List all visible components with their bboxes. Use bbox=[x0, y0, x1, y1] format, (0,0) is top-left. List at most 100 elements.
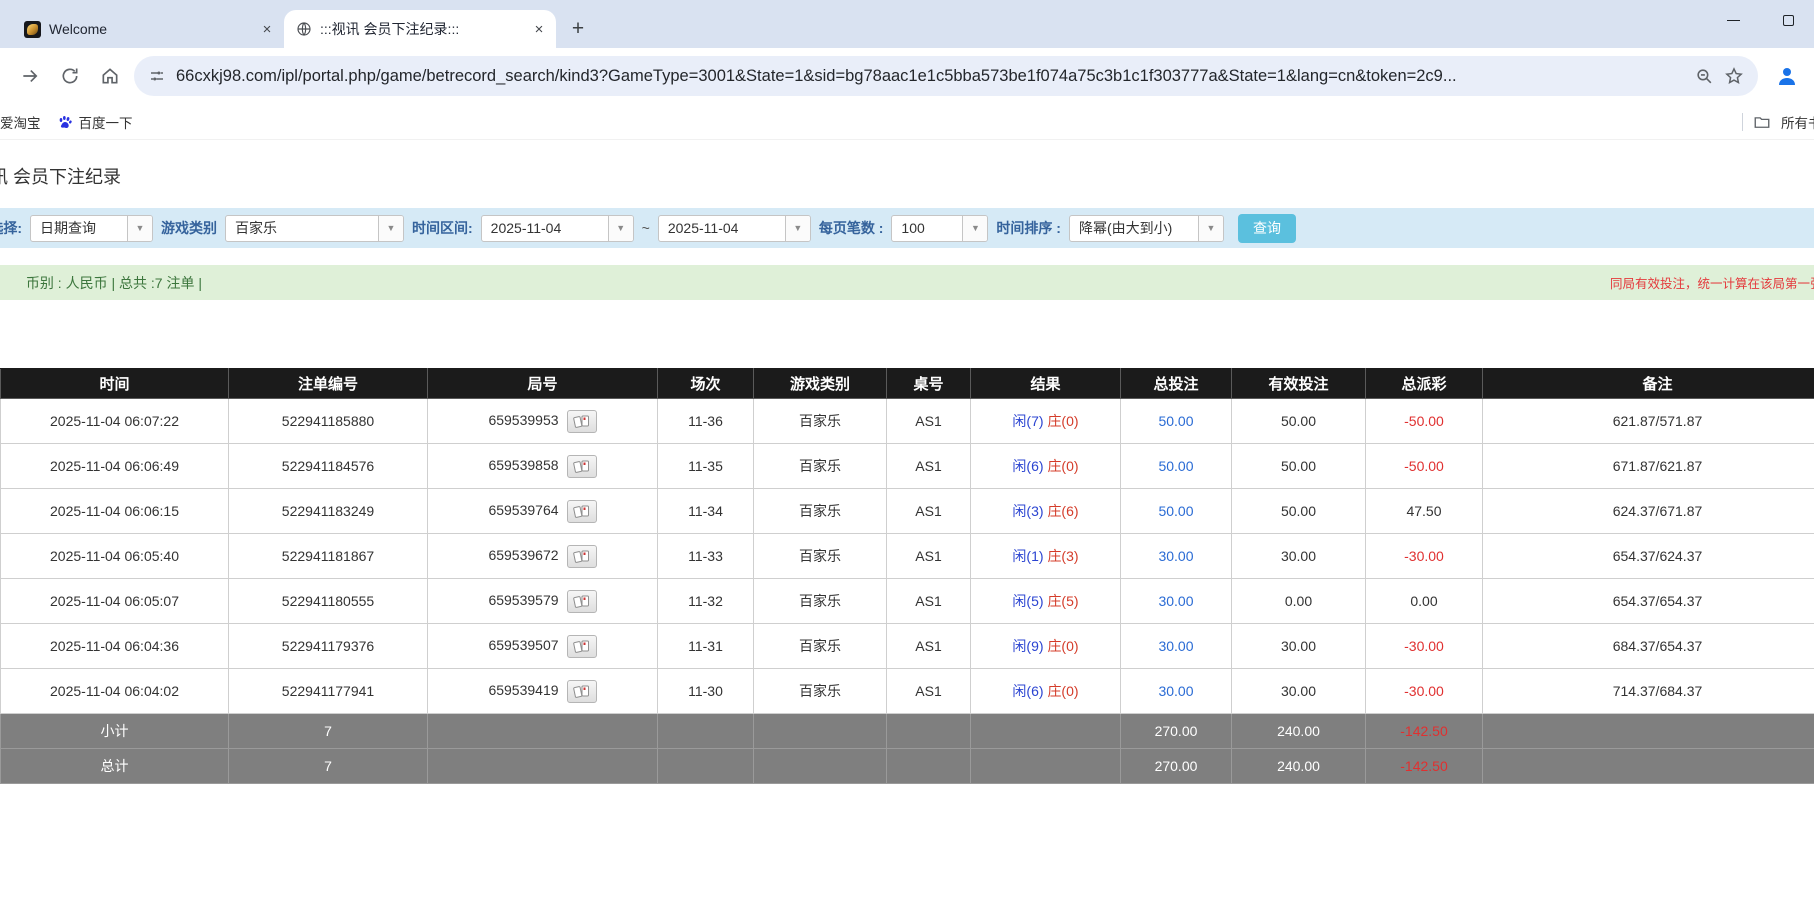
bookmark-label: 爱淘宝 bbox=[0, 115, 41, 131]
cell-round-number: 659539419 bbox=[427, 668, 658, 714]
cell-total-bet-link[interactable]: 50.00 bbox=[1120, 443, 1232, 489]
column-header: 总投注 bbox=[1120, 368, 1232, 399]
cell-time: 2025-11-04 06:05:07 bbox=[0, 578, 229, 624]
close-tab-icon[interactable]: × bbox=[530, 20, 548, 38]
table-row: 2025-11-04 06:06:49 522941184576 659539858… bbox=[0, 443, 1814, 489]
bookmark-baidu[interactable]: 百度一下 bbox=[49, 108, 141, 136]
minimize-icon[interactable] bbox=[1727, 19, 1740, 21]
summary-bar: 币别 : 人民币 | 总共 :7 注单 | 同局有效投注，统一计算在该局第一张注… bbox=[0, 265, 1814, 300]
chevron-down-icon[interactable]: ▼ bbox=[962, 215, 988, 241]
tab-title: Welcome bbox=[49, 21, 108, 37]
globe-icon bbox=[296, 21, 312, 37]
close-tab-icon[interactable]: × bbox=[258, 20, 276, 38]
cell-round-number: 659539672 bbox=[427, 533, 658, 579]
bet-record-table: 时间 注单编号 局号 场次 游戏类别 桌号 结果 总投注 有效投注 总派彩 备注 2025-11-0… bbox=[0, 368, 1814, 784]
grand-total-payout: -142.50 bbox=[1365, 748, 1483, 784]
subtotal-label: 小计 bbox=[0, 713, 229, 749]
cell-note: 654.37/654.37 bbox=[1482, 578, 1814, 624]
column-header: 桌号 bbox=[886, 368, 971, 399]
bookmark-star-icon[interactable] bbox=[1724, 66, 1744, 86]
view-cards-icon[interactable] bbox=[566, 454, 597, 478]
cell-total-bet-link[interactable]: 30.00 bbox=[1120, 578, 1232, 624]
bookmark-aitaobao[interactable]: 爱淘宝 bbox=[0, 108, 49, 136]
view-cards-icon[interactable] bbox=[566, 589, 597, 613]
url-text[interactable]: 66cxkj98.com/ipl/portal.php/game/betreco… bbox=[176, 67, 1685, 86]
view-cards-icon[interactable] bbox=[566, 409, 597, 433]
site-settings-icon[interactable] bbox=[148, 67, 166, 85]
grand-total-total-bet: 270.00 bbox=[1120, 748, 1232, 784]
cell-game-type: 百家乐 bbox=[753, 668, 887, 714]
empty-cell bbox=[1482, 713, 1814, 749]
cell-total-bet-link[interactable]: 50.00 bbox=[1120, 398, 1232, 444]
search-button[interactable]: 查询 bbox=[1237, 213, 1296, 243]
result-player: 闲(1) bbox=[1012, 548, 1044, 564]
game-type-select[interactable]: 百家乐 ▼ bbox=[225, 214, 404, 242]
empty-cell bbox=[970, 713, 1121, 749]
cell-game-type: 百家乐 bbox=[753, 533, 887, 579]
cell-total-bet-link[interactable]: 50.00 bbox=[1120, 488, 1232, 534]
chevron-down-icon[interactable]: ▼ bbox=[784, 215, 810, 241]
cell-valid-bet: 30.00 bbox=[1231, 668, 1366, 714]
page-size-select[interactable]: 100 ▼ bbox=[891, 214, 989, 242]
cell-round-number: 659539579 bbox=[427, 578, 658, 624]
home-icon[interactable] bbox=[94, 60, 126, 92]
zoom-out-indicator-icon[interactable] bbox=[1695, 67, 1714, 86]
welcome-tab-favicon bbox=[24, 20, 41, 38]
cell-table-number: AS1 bbox=[886, 668, 971, 714]
column-header: 时间 bbox=[0, 368, 229, 399]
cell-total-bet-link[interactable]: 30.00 bbox=[1120, 533, 1232, 579]
result-banker: 庄(5) bbox=[1047, 593, 1079, 609]
page-title-text: 会员下注纪录 bbox=[13, 167, 122, 187]
cell-table-number: AS1 bbox=[886, 398, 971, 444]
view-cards-icon[interactable] bbox=[566, 634, 597, 658]
view-cards-icon[interactable] bbox=[566, 679, 597, 703]
result-banker: 庄(0) bbox=[1047, 683, 1079, 699]
all-bookmarks-label: 所有书签 bbox=[1781, 116, 1814, 131]
chevron-down-icon[interactable]: ▼ bbox=[378, 215, 403, 241]
window-controls bbox=[1727, 0, 1814, 40]
cell-payout: -30.00 bbox=[1365, 623, 1483, 669]
tab-bet-record[interactable]: :::视讯 会员下注纪录::: × bbox=[284, 10, 556, 48]
round-number-text: 659539858 bbox=[488, 456, 559, 473]
tab-welcome[interactable]: Welcome × bbox=[12, 10, 284, 48]
address-bar[interactable]: 66cxkj98.com/ipl/portal.php/game/betreco… bbox=[134, 56, 1758, 96]
all-bookmarks[interactable]: 所有书签 bbox=[1742, 104, 1814, 140]
profile-avatar-icon[interactable] bbox=[1772, 61, 1802, 91]
chevron-down-icon[interactable]: ▼ bbox=[1197, 215, 1223, 241]
forward-icon[interactable] bbox=[14, 60, 46, 92]
grand-total-count: 7 bbox=[228, 748, 428, 784]
query-type-select[interactable]: 日期查询 ▼ bbox=[30, 214, 153, 242]
grand-total-valid-bet: 240.00 bbox=[1231, 748, 1366, 784]
date-to-select[interactable]: 2025-11-04 ▼ bbox=[657, 214, 811, 242]
column-header: 有效投注 bbox=[1231, 368, 1366, 399]
new-tab-button[interactable]: + bbox=[564, 15, 592, 43]
filter-bar: 查询选择: 日期查询 ▼ 游戏类别 百家乐 ▼ 时间区间: 2025-11-04… bbox=[0, 208, 1814, 248]
date-from-select[interactable]: 2025-11-04 ▼ bbox=[480, 214, 634, 242]
refresh-icon[interactable] bbox=[54, 60, 86, 92]
cell-result: 闲(6) 庄(0) bbox=[970, 443, 1121, 489]
cell-time: 2025-11-04 06:06:15 bbox=[0, 488, 229, 534]
cell-total-bet-link[interactable]: 30.00 bbox=[1120, 623, 1232, 669]
cell-total-bet-link[interactable]: 30.00 bbox=[1120, 668, 1232, 714]
table-row: 2025-11-04 06:05:07 522941180555 659539579… bbox=[0, 578, 1814, 624]
maximize-icon[interactable] bbox=[1783, 14, 1794, 26]
subtotal-valid-bet: 240.00 bbox=[1231, 713, 1366, 749]
empty-cell bbox=[427, 713, 658, 749]
subtotal-total-bet: 270.00 bbox=[1120, 713, 1232, 749]
time-sort-select[interactable]: 降幂(由大到小) ▼ bbox=[1068, 214, 1224, 242]
cell-bet-number: 522941181867 bbox=[228, 533, 428, 579]
grand-total-row: 总计 7 270.00 240.00 -142.50 bbox=[0, 748, 1814, 784]
cell-bet-number: 522941177941 bbox=[228, 668, 428, 714]
cell-bet-number: 522941185880 bbox=[228, 398, 428, 444]
bookmark-label: 百度一下 bbox=[78, 115, 133, 131]
view-cards-icon[interactable] bbox=[566, 544, 597, 568]
time-sort-label: 时间排序 : bbox=[996, 220, 1061, 236]
chevron-down-icon[interactable]: ▼ bbox=[127, 215, 152, 241]
chevron-down-icon[interactable]: ▼ bbox=[607, 215, 633, 241]
cell-time: 2025-11-04 06:04:02 bbox=[0, 668, 229, 714]
column-header: 注单编号 bbox=[228, 368, 428, 399]
column-header: 场次 bbox=[657, 368, 754, 399]
browser-toolbar: 66cxkj98.com/ipl/portal.php/game/betreco… bbox=[0, 48, 1814, 104]
view-cards-icon[interactable] bbox=[566, 499, 597, 523]
column-header: 局号 bbox=[427, 368, 658, 399]
